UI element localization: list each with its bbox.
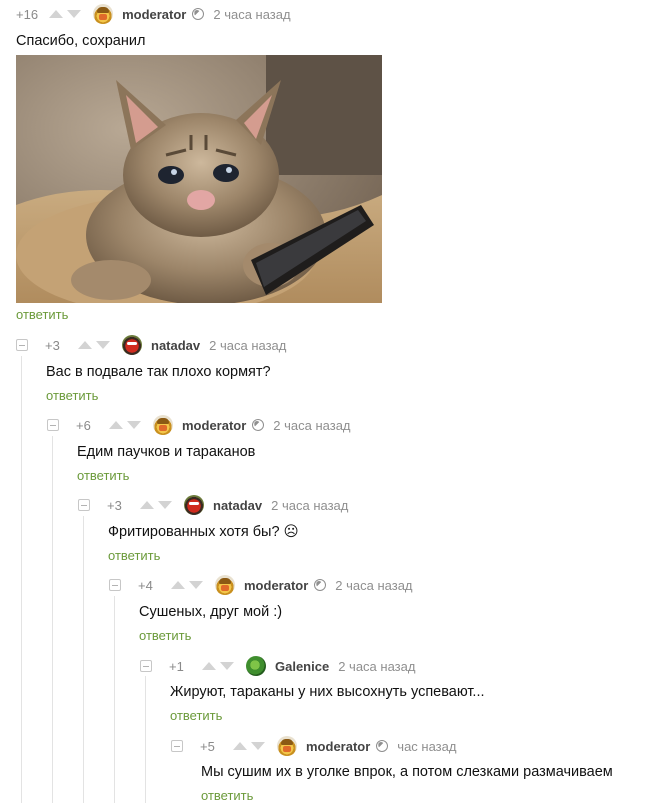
collapse-button[interactable]	[78, 499, 90, 511]
comment-text: Спасибо, сохранил	[16, 33, 146, 49]
vote-controls	[202, 662, 234, 670]
comment-text: Вас в подвале так плохо кормят?	[46, 364, 271, 380]
thread-line	[114, 596, 115, 803]
collapse-button[interactable]	[109, 579, 121, 591]
kitten-image[interactable]	[16, 55, 382, 303]
comment-time[interactable]: 2 часа назад	[213, 7, 290, 22]
downvote-icon[interactable]	[158, 501, 172, 509]
comment-author[interactable]: moderator	[182, 418, 246, 433]
downvote-icon[interactable]	[127, 421, 141, 429]
comment-author[interactable]: moderator	[244, 578, 308, 593]
reply-link[interactable]: ответить	[170, 708, 222, 723]
comment-rating: +6	[76, 417, 91, 433]
comment-time[interactable]: час назад	[397, 739, 456, 754]
comment-header: +1 Galenice 2 часа назад	[140, 655, 415, 677]
comment-author[interactable]: natadav	[213, 498, 262, 513]
comment-rating: +4	[138, 577, 153, 593]
collapse-button[interactable]	[140, 660, 152, 672]
comment-time[interactable]: 2 часа назад	[271, 498, 348, 513]
upvote-icon[interactable]	[140, 501, 154, 509]
comment-author[interactable]: Galenice	[275, 659, 329, 674]
avatar[interactable]	[153, 415, 173, 435]
collapse-button[interactable]	[16, 339, 28, 351]
avatar[interactable]	[215, 575, 235, 595]
vote-controls	[171, 581, 203, 589]
thread-line	[83, 516, 84, 803]
upvote-icon[interactable]	[49, 10, 64, 18]
comment-header: +3 natadav 2 часа назад	[16, 334, 286, 356]
collapse-button[interactable]	[171, 740, 183, 752]
vote-controls	[233, 742, 265, 750]
comment-time[interactable]: 2 часа назад	[338, 659, 415, 674]
reply-link[interactable]: ответить	[16, 307, 68, 322]
vote-controls	[109, 421, 141, 429]
reply-link[interactable]: ответить	[108, 548, 160, 563]
comment-author[interactable]: natadav	[151, 338, 200, 353]
comment-time[interactable]: 2 часа назад	[209, 338, 286, 353]
comment-rating: +3	[107, 497, 122, 513]
reply-link[interactable]: ответить	[201, 788, 253, 803]
comment-header: +3 natadav 2 часа назад	[78, 494, 348, 516]
kitten-photo-icon	[16, 55, 382, 303]
avatar[interactable]	[277, 736, 297, 756]
comment-text: Едим паучков и тараканов	[77, 444, 256, 460]
downvote-icon[interactable]	[189, 581, 203, 589]
comment-rating: +1	[169, 658, 184, 674]
comment-text: Сушеных, друг мой :)	[139, 604, 283, 620]
comment-text: Фритированных хотя бы? ☹	[108, 524, 299, 540]
comment-rating: +16	[16, 6, 39, 22]
avatar[interactable]	[246, 656, 266, 676]
collapse-button[interactable]	[47, 419, 59, 431]
downvote-icon[interactable]	[220, 662, 234, 670]
upvote-icon[interactable]	[233, 742, 247, 750]
moderator-badge-icon	[252, 419, 265, 431]
upvote-icon[interactable]	[109, 421, 123, 429]
comment-header: +16 moderator 2 часа назад	[16, 3, 291, 25]
comment-header: +5 moderator час назад	[171, 735, 456, 757]
avatar[interactable]	[93, 4, 114, 24]
vote-controls	[140, 501, 172, 509]
comment-author[interactable]: moderator	[306, 739, 370, 754]
moderator-badge-icon	[314, 579, 327, 591]
thread-line	[145, 676, 146, 803]
comment-header: +6 moderator 2 часа назад	[47, 414, 351, 436]
comment-text: Жируют, тараканы у них высохнуть успеваю…	[170, 684, 485, 700]
comment-text: Мы сушим их в уголке впрок, а потом слез…	[201, 764, 613, 780]
vote-controls	[49, 10, 82, 18]
downvote-icon[interactable]	[96, 341, 110, 349]
comment-author[interactable]: moderator	[122, 7, 186, 22]
thread-line	[52, 436, 53, 803]
downvote-icon[interactable]	[67, 10, 82, 18]
avatar[interactable]	[184, 495, 204, 515]
thread-line	[21, 356, 22, 803]
comment-header: +4 moderator 2 часа назад	[109, 574, 413, 596]
comment-time[interactable]: 2 часа назад	[335, 578, 412, 593]
upvote-icon[interactable]	[202, 662, 216, 670]
moderator-badge-icon	[192, 8, 205, 20]
vote-controls	[78, 341, 110, 349]
downvote-icon[interactable]	[251, 742, 265, 750]
reply-link[interactable]: ответить	[139, 628, 191, 643]
reply-link[interactable]: ответить	[77, 468, 129, 483]
reply-link[interactable]: ответить	[46, 388, 98, 403]
upvote-icon[interactable]	[78, 341, 92, 349]
avatar[interactable]	[122, 335, 142, 355]
upvote-icon[interactable]	[171, 581, 185, 589]
comment-rating: +3	[45, 337, 60, 353]
comment-rating: +5	[200, 738, 215, 754]
moderator-badge-icon	[376, 740, 389, 752]
comment-time[interactable]: 2 часа назад	[273, 418, 350, 433]
